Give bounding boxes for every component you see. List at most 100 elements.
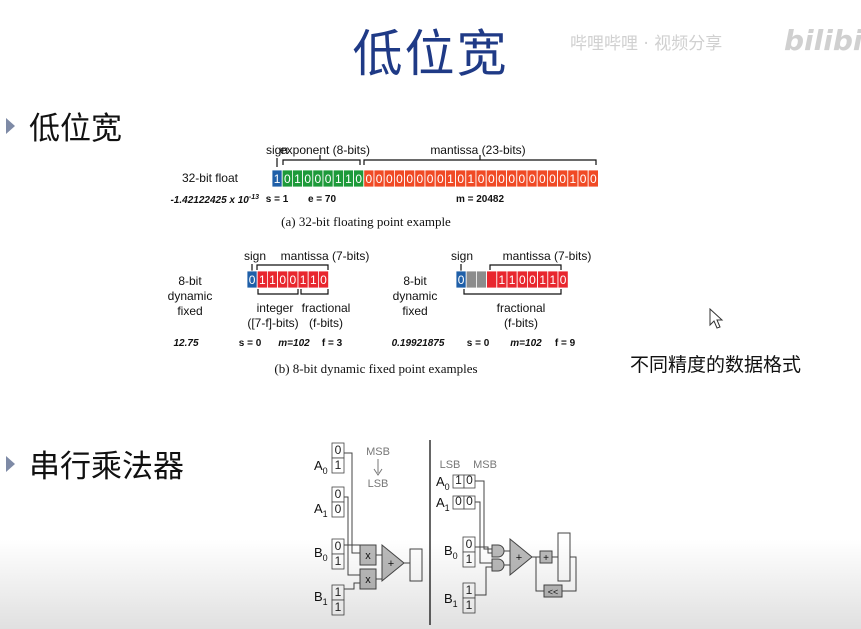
integer-sub: ([7-f]-bits) (247, 316, 298, 330)
float-exponent-bit: 0 (355, 172, 362, 186)
float-mantissa-bit: 0 (580, 172, 587, 186)
right-a1-bit: 0 (466, 494, 473, 508)
b1-label-right: B1 (444, 591, 458, 609)
float-mantissa-bit: 1 (468, 172, 475, 186)
fixed-row-label-2: dynamic (168, 289, 213, 303)
left-wires (344, 452, 360, 590)
right-fixed-bit: 0 (529, 273, 536, 287)
b0-sub-right: 0 (453, 551, 458, 561)
fractional-brace-left (300, 289, 329, 295)
float-row-label: 32-bit float (182, 171, 239, 185)
result-reg-left (409, 548, 423, 582)
float-mantissa-bit: 0 (386, 172, 393, 186)
right-b1-bit: 1 (466, 583, 473, 597)
float-bit-row: 10100011000000000101000000000100 (271, 169, 599, 188)
plus-symbol-left: + (388, 558, 394, 570)
exponent-label: exponent (8-bits) (280, 143, 370, 157)
float-mantissa-bit: 0 (437, 172, 444, 186)
right-fixed-sign-bit: 0 (458, 273, 465, 287)
gate-out-wires (504, 550, 510, 566)
float-s: s = 1 (266, 194, 289, 205)
b1-sub: 1 (323, 597, 328, 607)
a1-label: A1 (314, 501, 328, 519)
exponent-brace (282, 159, 361, 165)
left-fixed-bit: 0 (320, 273, 327, 287)
left-a0-bit: 0 (335, 443, 342, 457)
left-sign-label: sign (244, 249, 266, 263)
b0-letter: B (314, 545, 323, 560)
number-format-figure: 32-bit float -1.42122425 x 10-13 sign ex… (168, 143, 599, 376)
shift-symbol: << (548, 587, 559, 597)
right-fixed-bit: 1 (509, 273, 516, 287)
mult-symbol-2: x (365, 574, 371, 586)
fractional-label-right: fractional (497, 301, 546, 315)
right-fixed-gap-cell (475, 270, 487, 289)
left-m: m=102 (278, 338, 310, 349)
float-mantissa-bit: 0 (590, 172, 597, 186)
left-b0-bit: 0 (335, 539, 342, 553)
fixed-row-label-1: 8-bit (178, 274, 202, 288)
left-b1-bit: 1 (335, 585, 342, 599)
lsb-label: LSB (368, 478, 389, 490)
left-registers: 01000111 (331, 442, 345, 616)
fixed-row-label-1b: 8-bit (403, 274, 427, 288)
right-sign-label: sign (451, 249, 473, 263)
fixed-row-label-2b: dynamic (393, 289, 438, 303)
float-exponent-bit: 1 (294, 172, 301, 186)
bullet-serial-multiplier: 串行乘法器 (6, 441, 184, 486)
left-fixed-bit: 0 (279, 273, 286, 287)
left-mantissa-brace (256, 264, 329, 270)
fractional-sub-right: (f-bits) (504, 316, 538, 330)
left-b0-bit: 1 (335, 554, 342, 568)
float-mantissa-bit: 0 (366, 172, 373, 186)
float-value: -1.42122425 x 10-13 (170, 194, 259, 206)
b0-letter-right: B (444, 543, 453, 558)
plus-symbol-right: + (516, 552, 522, 564)
right-registers: 1 00 00111 (452, 473, 476, 614)
msb-label-2: MSB (473, 459, 497, 471)
float-exponent-bit: 1 (345, 172, 352, 186)
right-a1-bit: 0 (455, 494, 462, 508)
bullet-arrow-icon (6, 455, 15, 472)
float-mantissa-bit: 1 (570, 172, 577, 186)
float-mantissa-bit: 0 (457, 172, 464, 186)
a1-sub-right: 1 (445, 503, 450, 513)
b1-label: B1 (314, 589, 328, 607)
right-wires (475, 480, 492, 596)
right-m: m=102 (510, 338, 542, 349)
right-mantissa-brace (489, 264, 562, 270)
float-mantissa-bit: 0 (478, 172, 485, 186)
float-m: m = 20482 (456, 194, 505, 205)
fractional-brace-right (463, 289, 562, 295)
right-fixed-pad-cell (486, 270, 498, 289)
msb-label: MSB (366, 446, 390, 458)
float-value-exp: -13 (249, 194, 259, 201)
serial-multiplier-figure: MSB LSB A0 A1 B0 B1 01000111 x x + LSB M… (314, 440, 577, 625)
left-b1-bit: 1 (335, 600, 342, 614)
b1-letter: B (314, 589, 323, 604)
a0-label-right: A0 (436, 474, 450, 492)
left-fixed-bit: 0 (290, 273, 297, 287)
left-fixed-bit: 1 (310, 273, 317, 287)
b0-sub: 0 (323, 553, 328, 563)
mantissa-label: mantissa (23-bits) (430, 143, 525, 157)
right-a0-bit: 1 (455, 473, 462, 487)
float-mantissa-bit: 0 (519, 172, 526, 186)
left-a1-bit: 0 (335, 502, 342, 516)
float-exponent-bit: 0 (325, 172, 332, 186)
right-fixed-gap-cell (465, 270, 477, 289)
float-mantissa-bit: 0 (539, 172, 546, 186)
a0-letter: A (314, 458, 323, 473)
mantissa-brace (363, 159, 597, 165)
right-b0-bit: 0 (466, 537, 473, 551)
left-fixed-bit: 1 (269, 273, 276, 287)
right-fixed-bit: 0 (560, 273, 567, 287)
right-s: s = 0 (467, 338, 490, 349)
right-fixed-bit: 1 (499, 273, 506, 287)
float-mantissa-bit: 1 (447, 172, 454, 186)
right-b0-bit: 1 (466, 552, 473, 566)
fixed-caption: (b) 8-bit dynamic fixed point examples (274, 361, 477, 376)
float-mantissa-bit: 0 (498, 172, 505, 186)
a0-sub-right: 0 (445, 482, 450, 492)
right-mantissa-label: mantissa (7-bits) (503, 249, 592, 263)
